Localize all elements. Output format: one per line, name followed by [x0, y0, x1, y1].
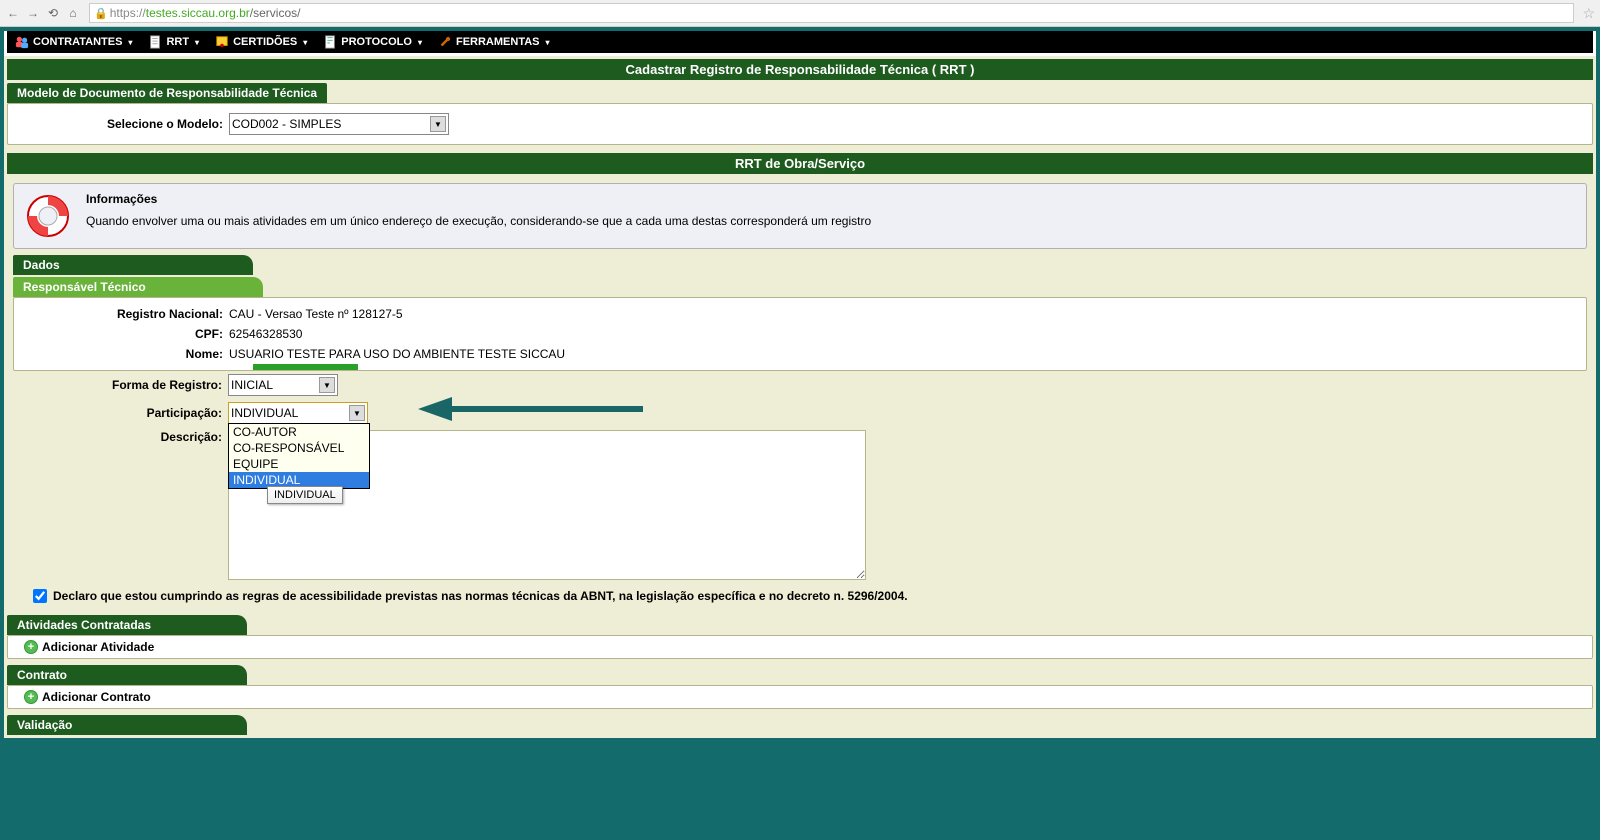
- descricao-label: Descrição:: [13, 430, 228, 444]
- cpf-label: CPF:: [14, 327, 229, 341]
- browser-toolbar: ← → ⟲ ⌂ 🔒 https://testes.siccau.org.br/s…: [0, 0, 1600, 27]
- participacao-select[interactable]: INDIVIDUAL ▼ CO-AUTOR CO-RESPONSÁVEL EQU…: [228, 402, 368, 424]
- back-button[interactable]: ←: [5, 5, 21, 21]
- participacao-option-equipe[interactable]: EQUIPE: [229, 456, 369, 472]
- declaracao-text: Declaro que estou cumprindo as regras de…: [53, 589, 908, 603]
- nav-certidoes[interactable]: CERTIDÕES ▾: [215, 35, 307, 49]
- adicionar-atividade-link[interactable]: Adicionar Atividade: [42, 640, 154, 654]
- modelo-legend: Modelo de Documento de Responsabilidade …: [7, 83, 327, 103]
- main-nav: CONTRATANTES ▾ RRT ▾ CERTIDÕES ▾ PROTOCOLO ▾…: [7, 31, 1593, 53]
- nav-contratantes[interactable]: CONTRATANTES ▾: [15, 35, 132, 49]
- reload-button[interactable]: ⟲: [45, 5, 61, 21]
- nav-label: CERTIDÕES: [233, 36, 297, 48]
- validacao-legend: Validação: [7, 715, 247, 735]
- modelo-panel: Selecione o Modelo: COD002 - SIMPLES ▼: [7, 103, 1593, 145]
- lifebuoy-icon: [24, 192, 72, 240]
- modelo-select[interactable]: COD002 - SIMPLES ▼: [229, 113, 449, 135]
- nav-protocolo[interactable]: PROTOCOLO ▾: [323, 35, 422, 49]
- chevron-down-icon: ▾: [128, 38, 132, 47]
- forma-registro-select[interactable]: INICIAL ▼: [228, 374, 338, 396]
- url-text: https://testes.siccau.org.br/servicos/: [110, 6, 301, 20]
- chevron-down-icon: ▾: [195, 38, 199, 47]
- home-button[interactable]: ⌂: [65, 5, 81, 21]
- info-box: Informações Quando envolver uma ou mais …: [13, 183, 1587, 249]
- participacao-dropdown: CO-AUTOR CO-RESPONSÁVEL EQUIPE INDIVIDUA…: [228, 423, 370, 489]
- nav-label: PROTOCOLO: [341, 36, 412, 48]
- info-text: Quando envolver uma ou mais atividades e…: [86, 214, 871, 228]
- wrench-icon: [438, 35, 452, 49]
- chevron-down-icon: ▼: [319, 377, 335, 393]
- add-icon: +: [24, 640, 38, 654]
- nav-label: RRT: [166, 36, 189, 48]
- chevron-down-icon: ▼: [349, 405, 365, 421]
- add-icon: +: [24, 690, 38, 704]
- people-icon: [15, 35, 29, 49]
- participacao-option-coautor[interactable]: CO-AUTOR: [229, 424, 369, 440]
- contrato-box: + Adicionar Contrato: [7, 685, 1593, 709]
- chevron-down-icon: ▼: [430, 116, 446, 132]
- cpf-value: 62546328530: [229, 327, 302, 341]
- forma-registro-label: Forma de Registro:: [13, 378, 228, 392]
- protocol-icon: [323, 35, 337, 49]
- certificate-icon: [215, 35, 229, 49]
- responsavel-legend: Responsável Técnico: [13, 277, 263, 297]
- arrow-annotation: [418, 394, 643, 424]
- nome-label: Nome:: [14, 347, 229, 361]
- participacao-label: Participação:: [13, 406, 228, 420]
- modelo-label: Selecione o Modelo:: [14, 117, 229, 131]
- registro-value: CAU - Versao Teste nº 128127-5: [229, 307, 403, 321]
- page-title: Cadastrar Registro de Responsabilidade T…: [7, 59, 1593, 80]
- modelo-select-value: COD002 - SIMPLES: [232, 117, 341, 131]
- nav-ferramentas[interactable]: FERRAMENTAS ▾: [438, 35, 550, 49]
- contrato-legend: Contrato: [7, 665, 247, 685]
- chevron-down-icon: ▾: [418, 38, 422, 47]
- atividades-legend: Atividades Contratadas: [7, 615, 247, 635]
- obra-title: RRT de Obra/Serviço: [7, 153, 1593, 174]
- declaracao-row: Declaro que estou cumprindo as regras de…: [13, 583, 1587, 605]
- chevron-down-icon: ▾: [546, 38, 550, 47]
- nav-label: FERRAMENTAS: [456, 36, 540, 48]
- dados-tab[interactable]: Dados: [13, 255, 253, 275]
- nav-label: CONTRATANTES: [33, 36, 122, 48]
- participacao-value: INDIVIDUAL: [231, 406, 298, 420]
- nav-rrt[interactable]: RRT ▾: [148, 35, 199, 49]
- forward-button[interactable]: →: [25, 5, 41, 21]
- registro-label: Registro Nacional:: [14, 307, 229, 321]
- atividades-box: + Adicionar Atividade: [7, 635, 1593, 659]
- responsavel-box: Registro Nacional: CAU - Versao Teste nº…: [13, 297, 1587, 371]
- chevron-down-icon: ▾: [303, 38, 307, 47]
- bookmark-star-icon[interactable]: ☆: [1582, 5, 1595, 22]
- forma-registro-value: INICIAL: [231, 378, 273, 392]
- participacao-tooltip: INDIVIDUAL: [267, 486, 343, 504]
- document-icon: [148, 35, 162, 49]
- url-bar[interactable]: 🔒 https://testes.siccau.org.br/servicos/: [89, 3, 1574, 23]
- nome-value: USUARIO TESTE PARA USO DO AMBIENTE TESTE…: [229, 347, 565, 361]
- info-heading: Informações: [86, 192, 871, 206]
- adicionar-contrato-link[interactable]: Adicionar Contrato: [42, 690, 151, 704]
- lock-icon: 🔒: [94, 7, 108, 20]
- participacao-option-coresponsavel[interactable]: CO-RESPONSÁVEL: [229, 440, 369, 456]
- declaracao-checkbox[interactable]: [33, 589, 47, 603]
